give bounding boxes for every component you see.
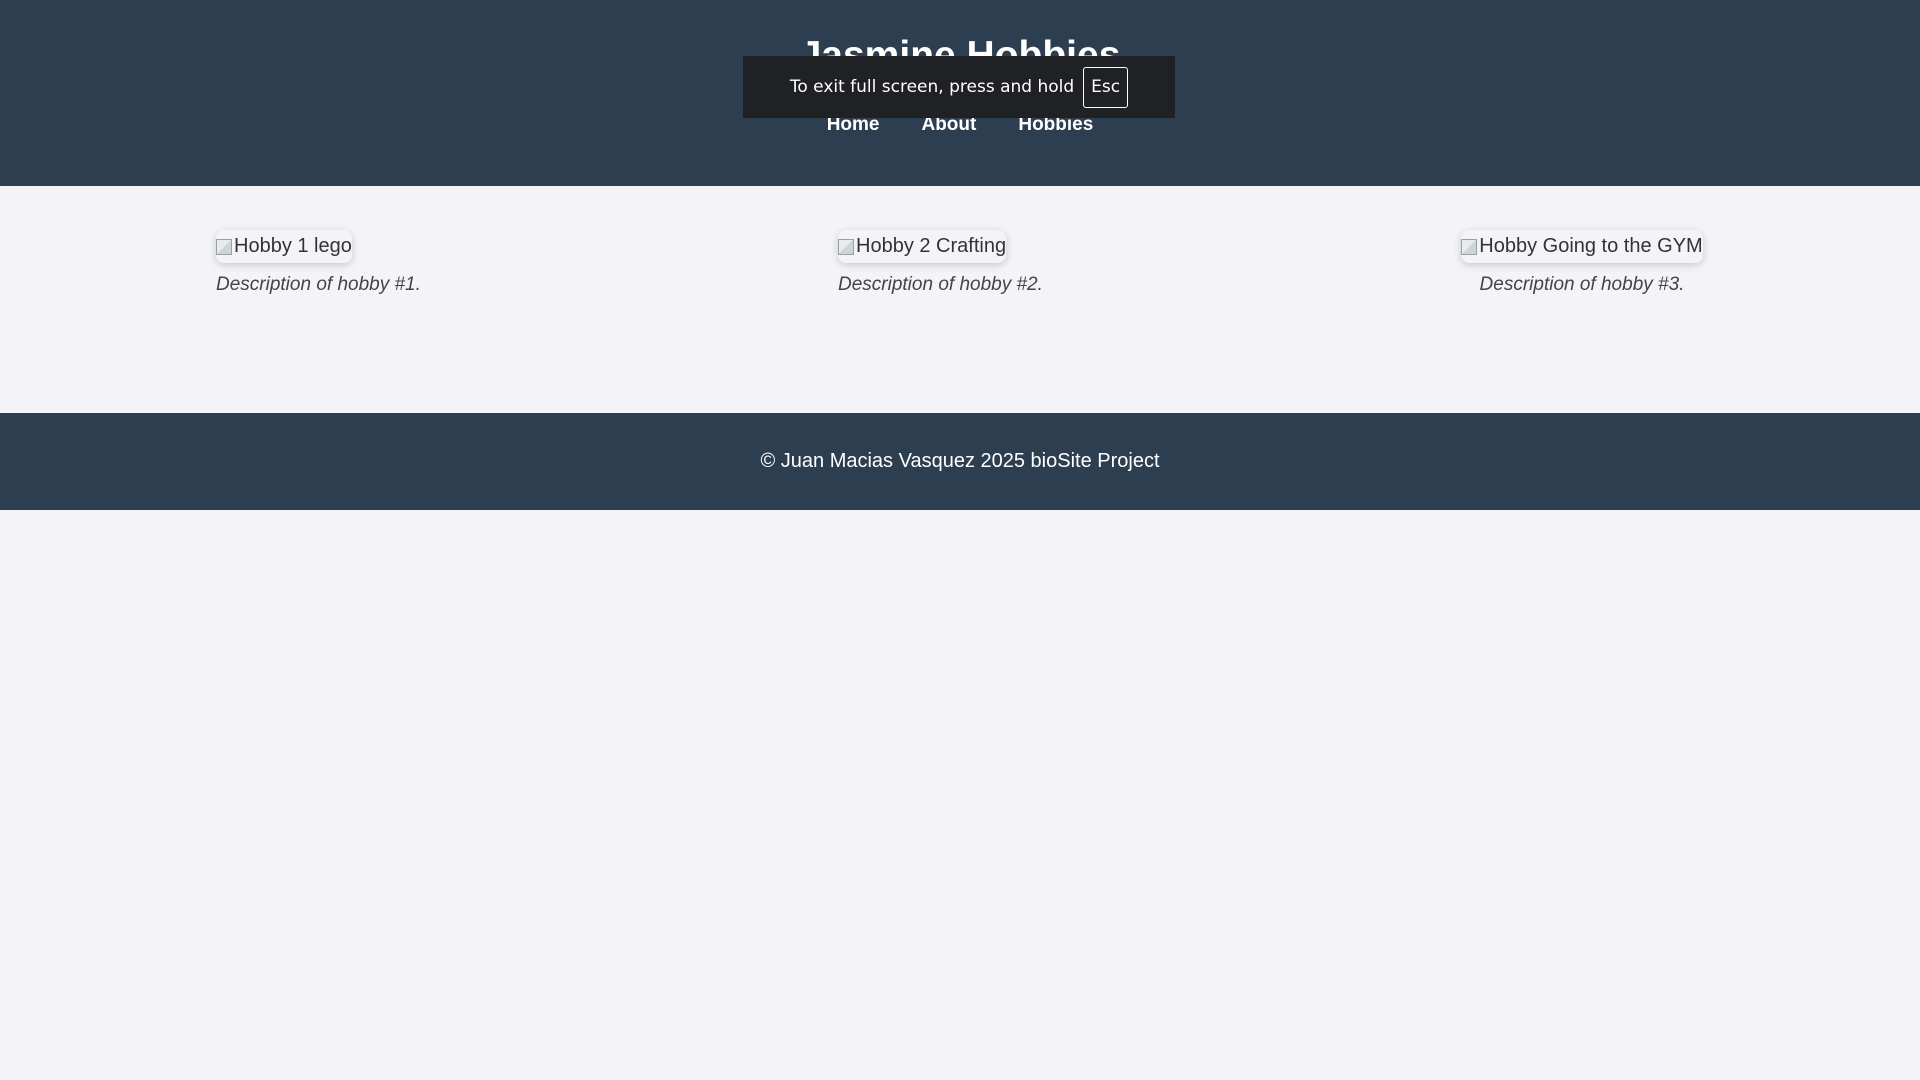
hobby-description-2: Description of hobby #2. — [838, 274, 1043, 295]
hobby-image-alt: Hobby 2 Crafting — [856, 235, 1007, 257]
broken-image-icon — [216, 238, 232, 255]
hobby-image-alt: Hobby 1 lego — [234, 235, 352, 257]
broken-image-icon — [1461, 238, 1478, 255]
hobby-card-1: Hobby 1 lego Description of hobby #1. — [216, 230, 421, 298]
toast-message: To exit full screen, press and hold — [789, 77, 1075, 97]
footer-copyright: © Juan Macias Vasquez 2025 bioSite Proje… — [760, 450, 1160, 472]
esc-key-badge: Esc — [1083, 66, 1129, 108]
hobby-image-1: Hobby 1 lego — [216, 230, 352, 263]
site-footer: © Juan Macias Vasquez 2025 bioSite Proje… — [0, 413, 1920, 510]
hobby-description-3: Description of hobby #3. — [1479, 274, 1685, 295]
hobby-card-2: Hobby 2 Crafting Description of hobby #2… — [838, 230, 1043, 298]
hobby-image-3: Hobby Going to the GYM — [1461, 230, 1703, 263]
broken-image-icon — [838, 238, 854, 255]
hobby-image-alt: Hobby Going to the GYM — [1479, 235, 1703, 257]
fullscreen-exit-toast: To exit full screen, press and hold Esc — [743, 56, 1175, 118]
hobby-image-2: Hobby 2 Crafting — [838, 230, 1007, 263]
hobby-card-3: Hobby Going to the GYM Description of ho… — [1459, 230, 1705, 298]
hobby-description-1: Description of hobby #1. — [216, 274, 421, 295]
